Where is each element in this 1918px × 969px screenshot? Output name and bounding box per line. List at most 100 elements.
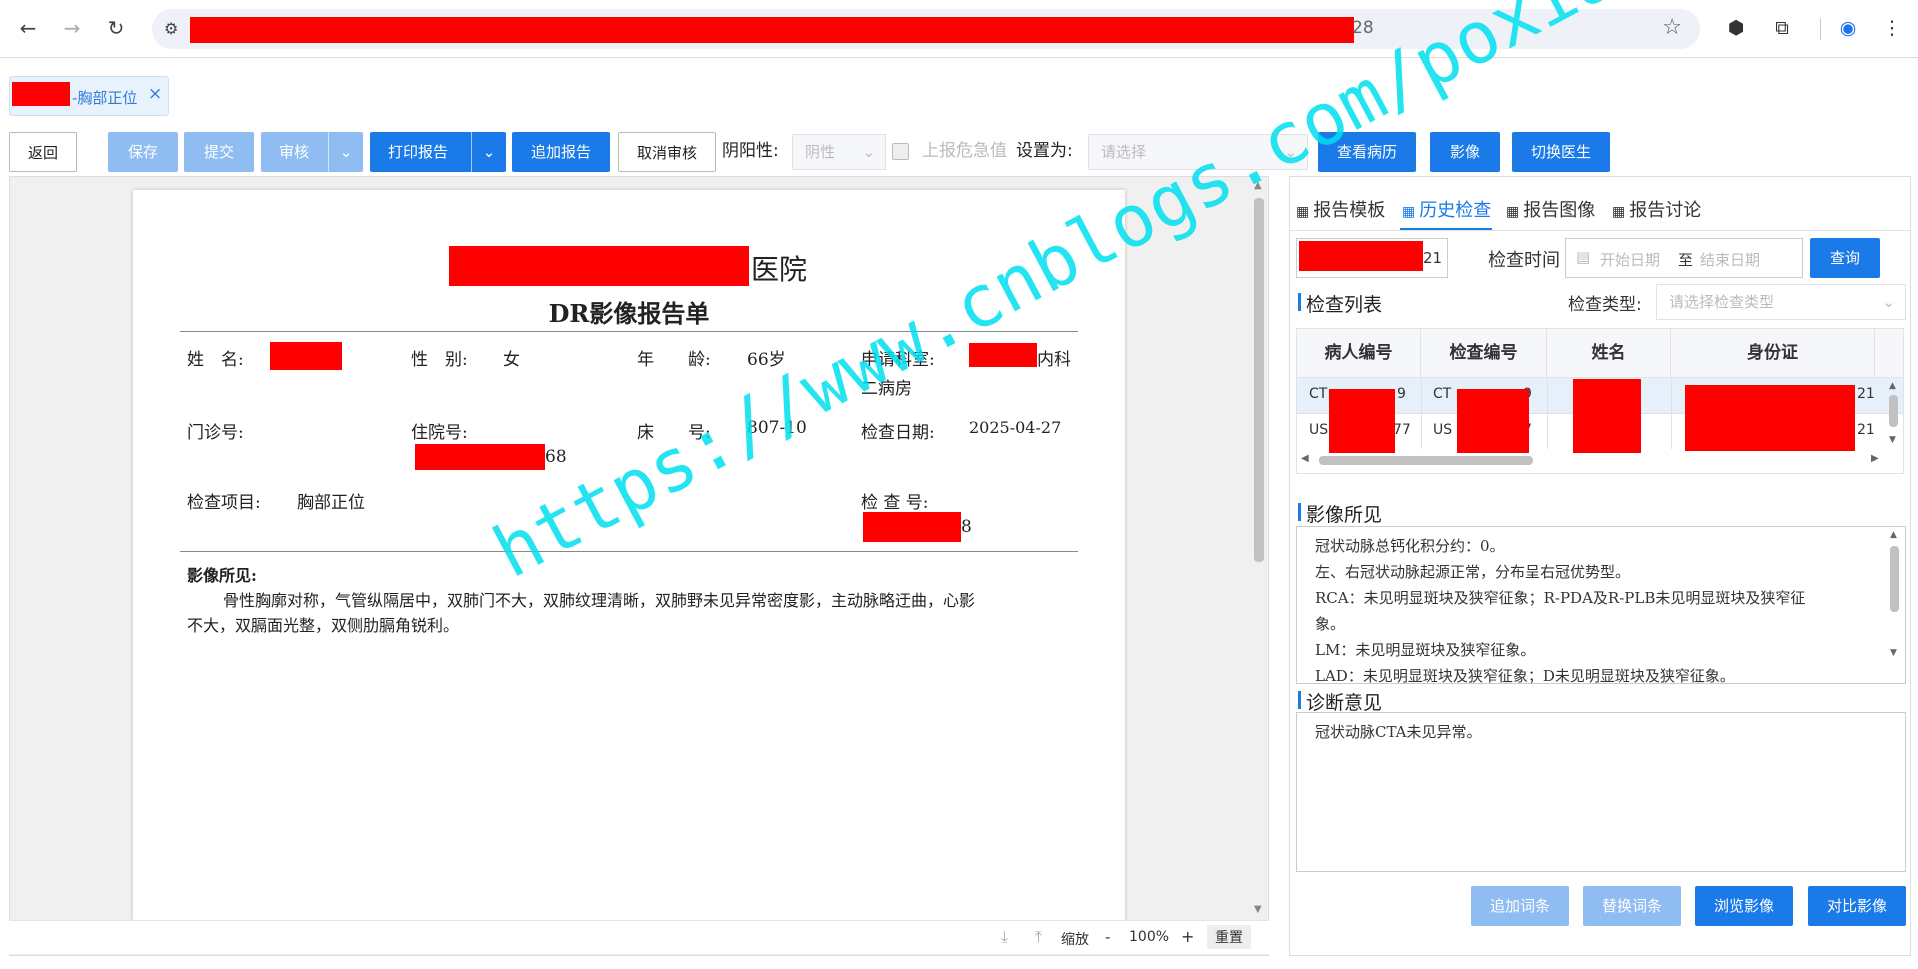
scroll-up-icon[interactable]: ▲ [1254,180,1262,191]
profile-icon[interactable]: ◉ [1834,14,1862,42]
star-icon[interactable]: ☆ [1662,15,1682,40]
date-range-picker[interactable]: ▤ 开始日期 至 结束日期 [1565,238,1803,278]
append-report-button[interactable]: 追加报告 [512,132,610,172]
zoom-label: 缩放 [1061,932,1089,948]
divider [1671,377,1672,449]
dept-tail: 内科 [1037,350,1071,370]
chevron-down-icon[interactable]: ⌄ [328,132,363,172]
yinyang-select[interactable]: 阴性 ⌄ [792,134,886,170]
exam-date-label: 检查日期: [861,423,935,443]
patient-tab[interactable]: -胸部正位 × [9,76,169,116]
back-button[interactable]: 返回 [9,132,77,172]
divider [1421,377,1422,449]
critical-checkbox[interactable] [892,143,909,160]
add-phrase-button[interactable]: 追加词条 [1471,886,1569,926]
set-as-select[interactable]: 请选择 ⌄ [1088,134,1308,170]
scroll-right-icon[interactable]: ▶ [1871,453,1879,464]
download-icon[interactable]: ⤓ [1001,927,1008,947]
name-label: 姓 名: [187,350,244,370]
chevron-down-icon[interactable]: ⌄ [471,132,506,172]
redacted-name [270,342,342,370]
upload-icon[interactable]: ⤒ [1035,927,1042,947]
address-bar[interactable]: ⚙ 28 ☆ [152,9,1700,49]
save-button[interactable]: 保存 [108,132,178,172]
scroll-thumb[interactable] [1889,395,1898,427]
end-date-placeholder: 结束日期 [1700,251,1761,269]
review-button[interactable]: 审核 ⌄ [261,132,363,172]
findings-line-2: 不大，双膈面光整，双侧肋膈角锐利。 [187,616,460,635]
image-button[interactable]: 影像 [1430,132,1500,172]
cell-exam-no: CT [1433,386,1452,402]
puzzle-icon[interactable]: ⧉ [1768,14,1796,42]
diagnosis-textarea[interactable]: 冠状动脉CTA未见异常。 [1296,712,1906,872]
site-settings-icon[interactable]: ⚙ [164,19,178,38]
diagnosis-text: 冠状动脉CTA未见异常。 [1315,723,1482,741]
gender-value: 女 [503,350,520,370]
scroll-down-icon[interactable]: ▼ [1254,904,1262,915]
findings-textarea[interactable]: 冠状动脉总钙化积分约：0。 左、右冠状动脉起源正常，分布呈右冠优势型。 RCA：… [1296,526,1906,684]
back-arrow-icon[interactable]: ← [14,14,42,42]
browse-images-button[interactable]: 浏览影像 [1695,886,1793,926]
col-name[interactable]: 姓名 [1547,329,1671,377]
col-exam-no[interactable]: 检查编号 [1421,329,1547,377]
reload-icon[interactable]: ↻ [102,14,130,42]
findings-scrollbar[interactable]: ▲ ▼ [1888,530,1902,676]
tab-report-template[interactable]: ▦ 报告模板 [1296,196,1385,222]
exam-type-label: 检查类型: [1568,295,1642,315]
col-id-card[interactable]: 身份证 [1671,329,1875,377]
scroll-thumb[interactable] [1890,546,1899,612]
hospital-suffix: 医院 [751,253,808,286]
redacted-cell [1329,389,1395,453]
scroll-up-icon[interactable]: ▲ [1890,530,1897,540]
tab-history-exam[interactable]: ▦ 历史检查 [1402,196,1491,222]
scroll-left-icon[interactable]: ◀ [1301,453,1309,464]
forward-arrow-icon[interactable]: → [58,14,86,42]
exam-type-select[interactable]: 请选择检查类型 ⌄ [1656,284,1906,320]
url-text: 28 [1352,18,1374,38]
scroll-down-icon[interactable]: ▼ [1890,648,1897,658]
redacted-inpatient-no [415,444,545,470]
report-page: 医院 DR影像报告单 姓 名: 性 别: 女 年 龄: 66岁 申请科室: 内科… [133,190,1125,920]
zoom-out-button[interactable]: - [1105,928,1110,946]
table-hscroll[interactable]: ◀ ▶ [1297,453,1887,469]
preview-scrollbar[interactable]: ▲ ▼ [1250,178,1268,918]
redacted-hospital-name [449,246,749,286]
query-button[interactable]: 查询 [1810,238,1880,278]
compare-images-button[interactable]: 对比影像 [1808,886,1906,926]
scroll-down-icon[interactable]: ▼ [1889,435,1896,445]
critical-label: 上报危急值 [922,141,1007,161]
tab-report-discussion[interactable]: ▦ 报告讨论 [1612,196,1701,222]
review-label: 审核 [279,143,310,161]
reset-button[interactable]: 重置 [1207,925,1251,949]
switch-doctor-button[interactable]: 切换医生 [1512,132,1610,172]
cancel-review-button[interactable]: 取消审核 [618,132,716,172]
close-icon[interactable]: × [148,84,162,104]
tab-report-images[interactable]: ▦ 报告图像 [1506,196,1595,222]
redacted-cell [1685,385,1855,451]
print-report-button[interactable]: 打印报告 ⌄ [370,132,506,172]
more-vert-icon[interactable]: ⋮ [1878,14,1906,42]
calendar-icon: ▤ [1576,248,1591,266]
scroll-thumb[interactable] [1319,456,1533,465]
findings-line: 冠状动脉总钙化积分约：0。 [1315,537,1505,555]
yinyang-label: 阴阳性: [722,141,779,161]
patient-id-input[interactable]: 21 [1296,238,1448,278]
scroll-thumb[interactable] [1254,198,1264,562]
view-record-button[interactable]: 查看病历 [1318,132,1416,172]
grid-icon: ▦ [1402,204,1416,220]
exam-type-placeholder: 请选择检查类型 [1669,293,1775,311]
set-as-placeholder: 请选择 [1101,143,1147,161]
findings-line: LAD：未见明显斑块及狭窄征象；D未见明显斑块及狭窄征象。 [1315,667,1735,684]
divider [1820,18,1821,40]
zoom-in-button[interactable]: + [1181,927,1194,946]
submit-button[interactable]: 提交 [184,132,254,172]
viewer-bottom-bar: ⤓ ⤒ 缩放 - 100% + 重置 [9,920,1269,954]
extension-hexagon-icon[interactable]: ⬢ [1722,14,1750,42]
cell-patient-no: US [1309,422,1329,438]
replace-phrase-button[interactable]: 替换词条 [1583,886,1681,926]
col-patient-no[interactable]: 病人编号 [1297,329,1421,377]
scroll-up-icon[interactable]: ▲ [1889,381,1896,391]
table-vscroll[interactable]: ▲ ▼ [1887,381,1901,447]
inpatient-label: 住院号: [411,423,468,443]
tab-label: 报告图像 [1523,200,1596,221]
